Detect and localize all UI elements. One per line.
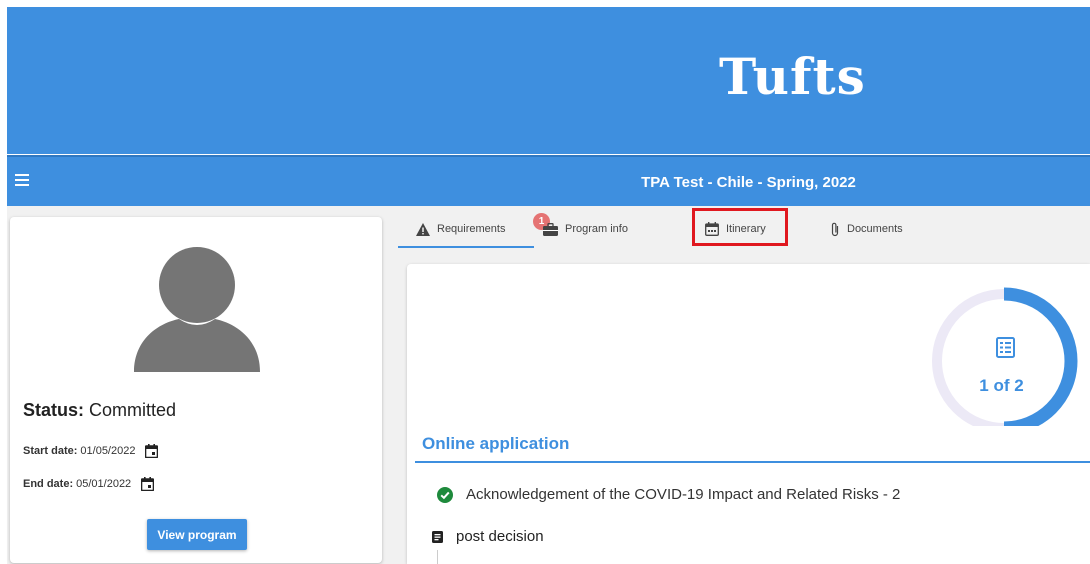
warning-icon [416, 222, 430, 236]
requirement-group: post decision [432, 528, 544, 545]
start-date: Start date: 01/05/2022 [23, 444, 159, 458]
section-title: Online application [422, 434, 570, 453]
checklist-icon [996, 337, 1015, 358]
tab-requirements-label: Requirements [437, 223, 506, 235]
document-icon [432, 530, 443, 543]
active-tab-indicator [398, 246, 534, 248]
end-date-value: 05/01/2022 [76, 478, 132, 490]
requirement-label: Acknowledgement of the COVID-19 Impact a… [466, 486, 901, 503]
program-title: TPA Test - Chile - Spring, 2022 [641, 174, 856, 191]
end-date-label: End date: [23, 478, 74, 490]
program-navbar: TPA Test - Chile - Spring, 2022 [7, 155, 1090, 206]
check-circle-icon [437, 486, 453, 503]
timeline-connector [437, 550, 438, 564]
header-banner: Tufts [7, 7, 1090, 154]
calendar-icon[interactable] [145, 444, 159, 458]
tab-documents-label: Documents [847, 223, 903, 235]
tab-documents[interactable]: Documents [830, 218, 903, 240]
tufts-logo: Tufts [719, 47, 866, 106]
start-date-label: Start date: [23, 445, 78, 457]
section-divider [415, 461, 1090, 463]
briefcase-icon [543, 222, 558, 236]
status-value: Committed [89, 400, 177, 420]
progress-count: 1 of 2 [979, 376, 1024, 395]
status-text: Status: Committed [23, 400, 176, 421]
status-label: Status: [23, 400, 85, 420]
requirement-group-label: post decision [456, 528, 544, 545]
requirements-card: 1 of 2 Online application Acknowledgemen… [407, 264, 1090, 564]
end-date: End date: 05/01/2022 [23, 477, 155, 491]
itinerary-highlight-box [692, 208, 788, 246]
tab-requirements[interactable]: Requirements 1 [416, 213, 550, 240]
requirement-item[interactable]: Acknowledgement of the COVID-19 Impact a… [437, 486, 900, 503]
progress-ring: 1 of 2 [919, 276, 1079, 435]
tab-program-info-label: Program info [565, 223, 628, 235]
tab-program-info[interactable]: Program info [543, 218, 628, 240]
progress-ring-graphic [932, 287, 1078, 435]
calendar-icon[interactable] [141, 477, 155, 491]
start-date-value: 01/05/2022 [80, 445, 136, 457]
user-avatar-icon [134, 247, 260, 372]
view-program-button[interactable]: View program [147, 519, 247, 550]
profile-card: Status: Committed Start date: 01/05/2022… [10, 217, 382, 563]
paperclip-icon [831, 222, 839, 236]
